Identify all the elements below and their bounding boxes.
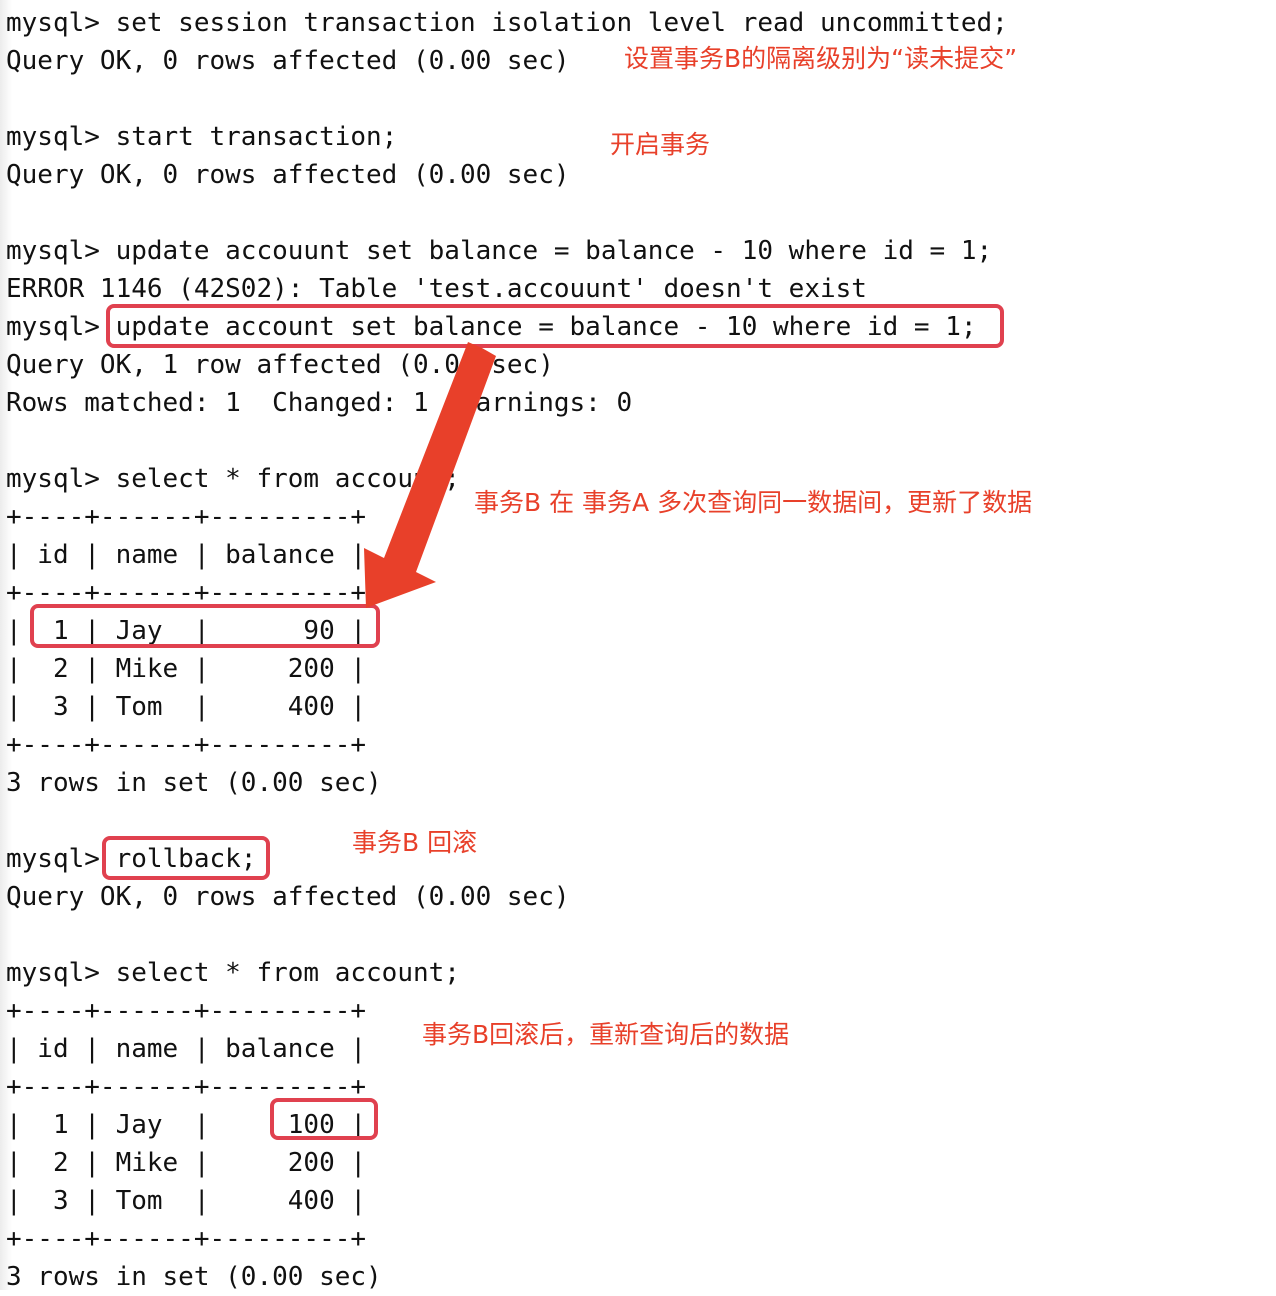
annotation-after-rollback: 事务B回滚后，重新查询后的数据 <box>422 1020 790 1049</box>
red-arrow-icon <box>364 342 496 608</box>
annotation-dirty-update: 事务B 在 事务A 多次查询同一数据间，更新了数据 <box>474 488 1033 517</box>
annotation-start-transaction: 开启事务 <box>610 130 711 159</box>
arrow-shape <box>364 342 496 608</box>
annotation-isolation-level: 设置事务B的隔离级别为“读未提交” <box>624 44 1018 73</box>
annotation-rollback: 事务B 回滚 <box>352 828 478 857</box>
